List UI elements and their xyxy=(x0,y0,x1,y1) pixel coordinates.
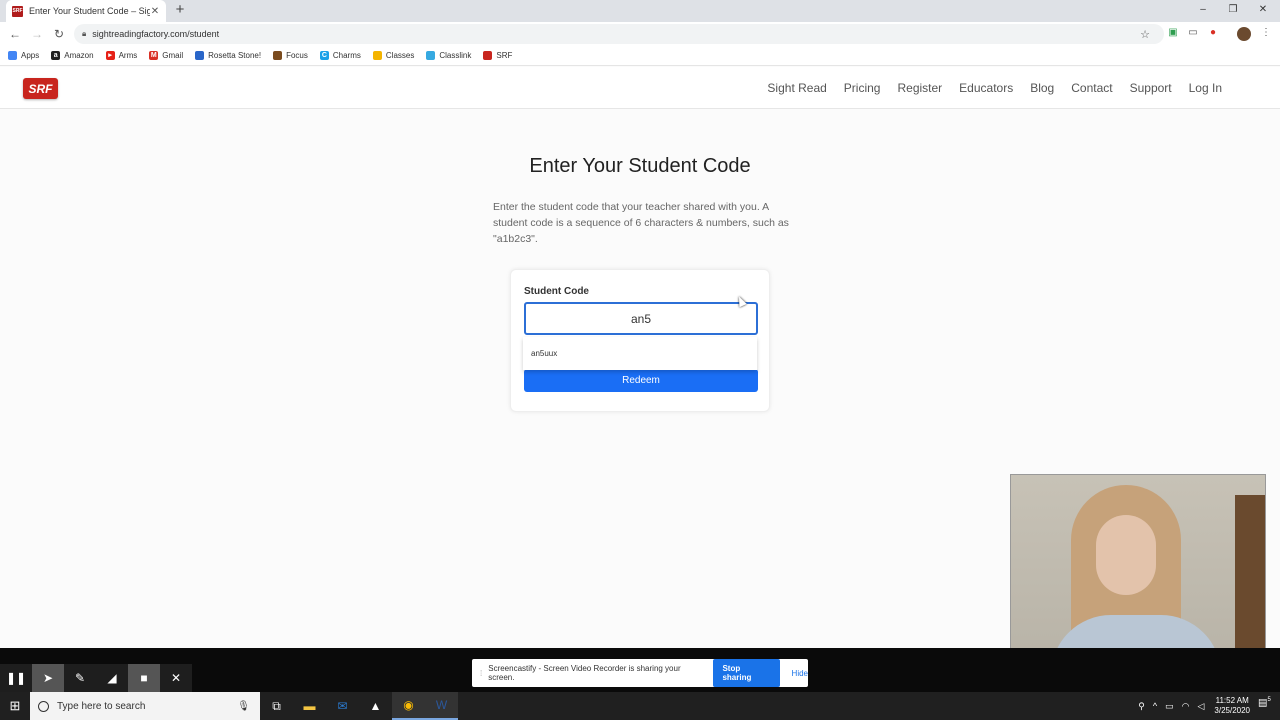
student-code-input[interactable] xyxy=(524,302,758,335)
bookmark-classes[interactable]: Classes xyxy=(372,51,414,60)
page-title: Enter Your Student Code xyxy=(529,155,751,177)
gmail-icon: M xyxy=(149,51,159,60)
volume-icon[interactable]: ◁ xyxy=(1197,701,1204,712)
hide-button[interactable]: Hide xyxy=(792,669,808,678)
address-bar[interactable]: 🔒︎ sightreadingfactory.com/student ☆ xyxy=(74,24,1164,44)
notification-count: 5 xyxy=(1267,697,1271,703)
tab-close-icon[interactable]: ✕ xyxy=(150,6,160,17)
clock-date: 3/25/2020 xyxy=(1214,706,1250,715)
nav-pricing[interactable]: Pricing xyxy=(844,81,881,95)
wifi-icon[interactable]: ◠ xyxy=(1182,701,1190,712)
pointer-icon[interactable]: ➤ xyxy=(32,664,64,692)
redeem-button[interactable]: Redeem xyxy=(524,369,758,392)
bookshelf xyxy=(1235,495,1265,665)
nav-blog[interactable]: Blog xyxy=(1030,81,1054,95)
bookmarks-bar: Apps a Amazon ▸ Arms M Gmail Rosetta Stone!… xyxy=(0,46,1280,66)
classes-icon xyxy=(372,51,382,60)
restore-icon[interactable]: ❐ xyxy=(1218,0,1248,22)
taskbar-search-box[interactable]: Type here to search 🎙︎ xyxy=(30,692,260,720)
word-taskbar-icon[interactable]: W xyxy=(425,692,458,720)
battery-icon[interactable]: ▭ xyxy=(1165,701,1174,712)
screencastify-toolbar: ❚❚ ➤ ✎ ◢ ■ ✕ xyxy=(0,664,192,692)
focus-icon xyxy=(273,51,283,60)
sharing-message: Screencastify - Screen Video Recorder is… xyxy=(488,664,681,682)
eraser-icon[interactable]: ◢ xyxy=(96,664,128,692)
nav-log-in[interactable]: Log In xyxy=(1189,81,1222,95)
bookmark-classlink[interactable]: Classlink xyxy=(426,51,471,60)
tray-chevron-icon[interactable]: ^ xyxy=(1153,701,1157,711)
notification-center-icon[interactable]: ▤5 xyxy=(1258,697,1272,711)
webcam-overlay xyxy=(1010,474,1266,666)
taskbar-clock[interactable]: 11:52 AM 3/25/2020 xyxy=(1214,696,1250,716)
cortana-circle-icon xyxy=(38,700,49,712)
window-close-icon[interactable]: ✕ xyxy=(1248,0,1278,22)
amazon-icon: a xyxy=(51,51,61,60)
cast-icon[interactable]: ▭ xyxy=(1186,26,1200,40)
drag-grip-icon[interactable]: ⁞ xyxy=(480,669,482,678)
chrome-menu-icon[interactable]: ⋮ xyxy=(1259,26,1273,40)
people-icon[interactable]: ⚲ xyxy=(1138,701,1145,712)
classlink-icon xyxy=(426,51,436,60)
pause-icon[interactable]: ❚❚ xyxy=(0,664,32,692)
nav-support[interactable]: Support xyxy=(1130,81,1172,95)
back-arrow-icon[interactable]: ← xyxy=(4,27,26,41)
bookmark-star-icon[interactable]: ☆ xyxy=(1140,28,1150,41)
windows-taskbar: ⊞ Type here to search 🎙︎ ⧉ ▬ ✉ ▲ ◉ W xyxy=(0,692,1280,720)
autocomplete-suggestion[interactable]: an5uux xyxy=(523,337,757,370)
file-explorer-icon[interactable]: ▬ xyxy=(293,692,326,720)
bookmark-charms[interactable]: C Charms xyxy=(319,51,361,60)
rosetta-icon xyxy=(195,51,205,60)
srf-favicon-icon: SRF xyxy=(12,5,23,17)
extension-shield-icon[interactable]: ▣ xyxy=(1166,26,1180,40)
student-code-label: Student Code xyxy=(524,286,589,297)
apps-grid-icon xyxy=(8,51,17,60)
charms-icon: C xyxy=(319,51,329,60)
search-placeholder: Type here to search xyxy=(57,700,146,712)
minimize-icon[interactable]: – xyxy=(1188,0,1218,22)
srf-logo[interactable]: SRF xyxy=(23,78,58,99)
photos-icon[interactable]: ▲ xyxy=(359,692,392,720)
stop-sharing-button[interactable]: Stop sharing xyxy=(713,659,780,687)
tab-title: Enter Your Student Code – Sight xyxy=(29,6,150,16)
bookmark-amazon[interactable]: a Amazon xyxy=(51,51,94,60)
browser-toolbar: ← → ↻ 🔒︎ sightreadingfactory.com/student… xyxy=(0,22,1280,46)
microphone-icon[interactable]: 🎙︎ xyxy=(237,701,250,712)
bookmark-focus[interactable]: Focus xyxy=(273,51,308,60)
bookmark-arms[interactable]: ▸ Arms xyxy=(105,51,137,60)
nav-sight-read[interactable]: Sight Read xyxy=(767,81,826,95)
main-nav: Sight Read Pricing Register Educators Bl… xyxy=(750,67,1222,109)
lock-icon: 🔒︎ xyxy=(82,29,87,38)
new-tab-plus-icon[interactable]: + xyxy=(172,2,188,18)
close-tools-icon[interactable]: ✕ xyxy=(160,664,192,692)
site-header: SRF Sight Read Pricing Register Educator… xyxy=(0,67,1280,109)
reload-icon[interactable]: ↻ xyxy=(48,27,70,41)
bookmark-gmail[interactable]: M Gmail xyxy=(149,51,183,60)
person-face xyxy=(1096,515,1156,595)
bookmark-rosetta-stone[interactable]: Rosetta Stone! xyxy=(195,51,261,60)
url-text: sightreadingfactory.com/student xyxy=(92,29,220,39)
camera-icon[interactable]: ■ xyxy=(128,664,160,692)
nav-educators[interactable]: Educators xyxy=(959,81,1013,95)
bookmark-apps[interactable]: Apps xyxy=(8,51,39,60)
browser-tab-strip: SRF Enter Your Student Code – Sight ✕ + … xyxy=(0,0,1280,22)
nav-register[interactable]: Register xyxy=(897,81,942,95)
nav-contact[interactable]: Contact xyxy=(1071,81,1112,95)
windows-start-icon[interactable]: ⊞ xyxy=(0,692,30,720)
system-tray: ⚲ ^ ▭ ◠ ◁ 11:52 AM 3/25/2020 xyxy=(1130,692,1250,720)
task-view-icon[interactable]: ⧉ xyxy=(260,692,293,720)
clock-time: 11:52 AM xyxy=(1215,696,1249,705)
pen-icon[interactable]: ✎ xyxy=(64,664,96,692)
youtube-icon: ▸ xyxy=(105,51,115,60)
intro-text: Enter the student code that your teacher… xyxy=(493,201,789,245)
forward-arrow-icon[interactable]: → xyxy=(26,27,48,41)
screen-sharing-bar: ⁞ Screencastify - Screen Video Recorder … xyxy=(472,659,808,687)
profile-avatar[interactable] xyxy=(1237,27,1251,41)
screencastify-extension-icon[interactable]: ● xyxy=(1206,26,1220,40)
chrome-taskbar-icon[interactable]: ◉ xyxy=(392,692,425,720)
mail-icon[interactable]: ✉ xyxy=(326,692,359,720)
bookmark-srf[interactable]: SRF xyxy=(483,51,512,60)
browser-tab-active[interactable]: SRF Enter Your Student Code – Sight ✕ xyxy=(6,0,166,22)
srf-icon xyxy=(483,51,493,60)
